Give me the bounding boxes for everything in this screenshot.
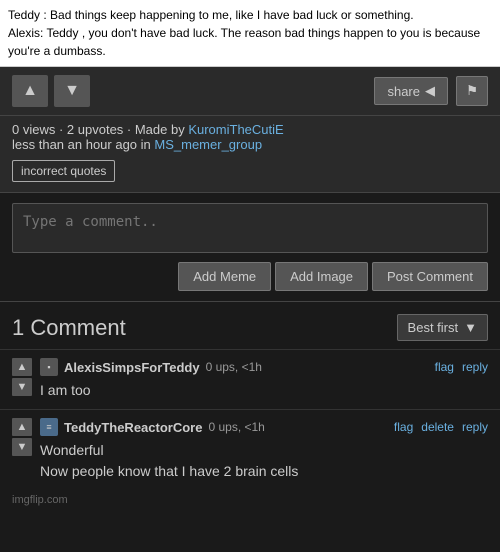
quote-line2: Alexis: Teddy , you don't have bad luck.… <box>8 24 492 60</box>
quote-image: Teddy : Bad things keep happening to me,… <box>0 0 500 67</box>
action-bar: ▲ ▼ share ◀ ⚑ <box>0 67 500 116</box>
flag-icon: ⚑ <box>466 83 478 99</box>
imgflip-footer: imgflip.com <box>0 490 500 510</box>
comment-item-2: ▲ ▼ ≡ TeddyTheReactorCore 0 ups, <1h fla… <box>0 409 500 490</box>
avatar-1: ▪ <box>40 358 58 376</box>
reply-link-1[interactable]: reply <box>462 360 488 374</box>
delete-link-2[interactable]: delete <box>421 420 454 434</box>
comment-actions: Add Meme Add Image Post Comment <box>12 262 488 291</box>
comment-text-1: I am too <box>40 380 488 401</box>
comment-ups-2: 0 ups, <1h <box>208 420 264 434</box>
share-button[interactable]: share ◀ <box>374 77 448 105</box>
comment-links-2: flag delete reply <box>394 420 488 434</box>
share-icon: ◀ <box>425 83 435 99</box>
comment-downvote-1[interactable]: ▼ <box>12 378 32 396</box>
action-right: share ◀ ⚑ <box>374 76 488 106</box>
comment-votes-2: ▲ ▼ <box>12 418 32 456</box>
flag-link-1[interactable]: flag <box>435 360 454 374</box>
flag-button[interactable]: ⚑ <box>456 76 488 106</box>
flag-link-2[interactable]: flag <box>394 420 413 434</box>
comment-item-1: ▲ ▼ ▪ AlexisSimpsForTeddy 0 ups, <1h fla… <box>0 349 500 409</box>
comments-header: 1 Comment Best first ▼ <box>0 302 500 349</box>
vote-buttons: ▲ ▼ <box>12 75 90 107</box>
comment-username-2: TeddyTheReactorCore <box>64 420 202 435</box>
views-count: 0 views <box>12 122 55 137</box>
reply-link-2[interactable]: reply <box>462 420 488 434</box>
comments-title: 1 Comment <box>12 315 126 341</box>
comment-body-1: ▪ AlexisSimpsForTeddy 0 ups, <1h flag re… <box>40 358 488 401</box>
quote-line1: Teddy : Bad things keep happening to me,… <box>8 6 492 24</box>
comment-text-2: WonderfulNow people know that I have 2 b… <box>40 440 488 482</box>
avatar-2: ≡ <box>40 418 58 436</box>
sort-dropdown[interactable]: Best first ▼ <box>397 314 488 341</box>
add-meme-button[interactable]: Add Meme <box>178 262 271 291</box>
comment-upvote-1[interactable]: ▲ <box>12 358 32 376</box>
comment-input-area: Add Meme Add Image Post Comment <box>0 193 500 302</box>
time-prefix: less than an hour ago in <box>12 137 154 152</box>
comment-meta-1: ▪ AlexisSimpsForTeddy 0 ups, <1h flag re… <box>40 358 488 376</box>
comment-links-1: flag reply <box>435 360 488 374</box>
comment-upvote-2[interactable]: ▲ <box>12 418 32 436</box>
comment-username-1: AlexisSimpsForTeddy <box>64 360 200 375</box>
add-image-button[interactable]: Add Image <box>275 262 368 291</box>
comment-votes-1: ▲ ▼ <box>12 358 32 396</box>
comment-downvote-2[interactable]: ▼ <box>12 438 32 456</box>
sort-arrow-icon: ▼ <box>464 320 477 335</box>
comment-body-2: ≡ TeddyTheReactorCore 0 ups, <1h flag de… <box>40 418 488 482</box>
share-label: share <box>387 84 420 99</box>
upvote-button[interactable]: ▲ <box>12 75 48 107</box>
downvote-button[interactable]: ▼ <box>54 75 90 107</box>
group-link[interactable]: MS_memer_group <box>154 137 262 152</box>
upvotes-count: 2 upvotes <box>67 122 123 137</box>
sort-label: Best first <box>408 320 459 335</box>
tag-button[interactable]: incorrect quotes <box>12 160 115 182</box>
meta-info: 0 views · 2 upvotes · Made by KuromiTheC… <box>0 116 500 193</box>
post-comment-button[interactable]: Post Comment <box>372 262 488 291</box>
comment-ups-1: 0 ups, <1h <box>206 360 262 374</box>
comment-meta-2: ≡ TeddyTheReactorCore 0 ups, <1h flag de… <box>40 418 488 436</box>
footer-site: imgflip.com <box>12 494 68 506</box>
author-link[interactable]: KuromiTheCutiE <box>188 122 283 137</box>
comment-textarea[interactable] <box>12 203 488 253</box>
